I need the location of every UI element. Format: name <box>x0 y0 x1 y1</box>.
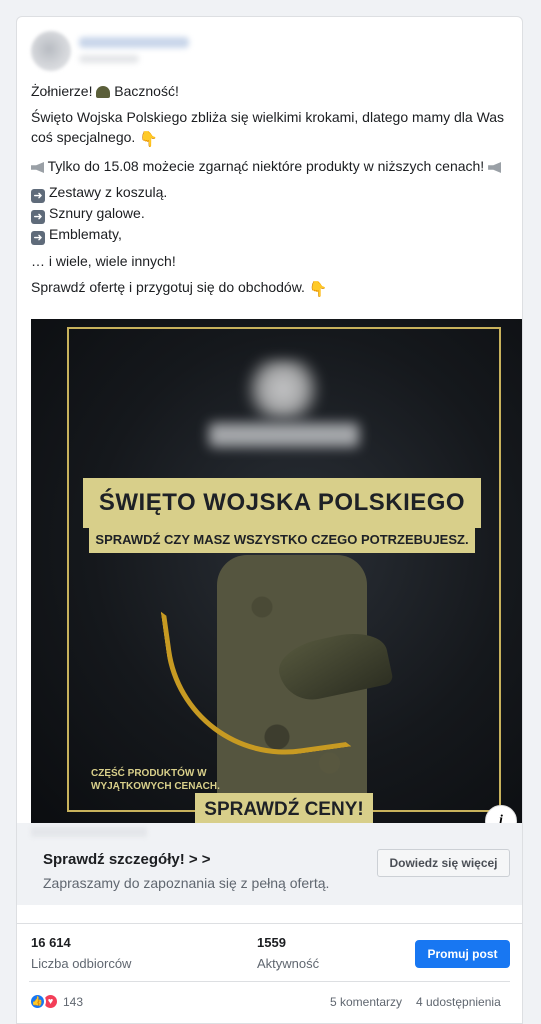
ad-image[interactable]: ŚWIĘTO WOJSKA POLSKIEGO SPRAWDŹ CZY MASZ… <box>31 319 522 823</box>
helmet-emoji-icon <box>96 86 111 98</box>
cta-text: Sprawdź ofertę i przygotuj się do obchod… <box>31 279 305 295</box>
ad-cta-banner: SPRAWDŹ CENY! <box>195 793 373 823</box>
post-line-3: Tylko do 15.08 możecie zgarnąć niektóre … <box>31 156 506 176</box>
post-line-1: Żołnierze! Baczność! <box>31 81 506 101</box>
attention-text: Baczność! <box>114 83 179 99</box>
divider <box>29 981 510 982</box>
right-arrow-icon: ➜ <box>31 189 45 203</box>
post-line-7: … i wiele, wiele innych! <box>31 251 506 271</box>
promo-text: Tylko do 15.08 możecie zgarnąć niektóre … <box>47 158 485 174</box>
more-text: … i wiele, wiele innych! <box>31 253 176 269</box>
greeting-text: Żołnierze! <box>31 83 93 99</box>
right-arrow-icon: ➜ <box>31 210 45 224</box>
post-line-5: ➜ Sznury galowe. <box>31 203 506 224</box>
ad-headline: ŚWIĘTO WOJSKA POLSKIEGO <box>98 489 466 516</box>
engagement-value: 1559 <box>257 935 286 950</box>
divider <box>17 923 522 924</box>
post-line-2: Święto Wojska Polskiego zbliża się wielk… <box>31 107 506 150</box>
ad-headline-banner: ŚWIĘTO WOJSKA POLSKIEGO <box>83 478 481 528</box>
comments-count[interactable]: 5 komentarzy <box>330 995 402 1009</box>
info-icon[interactable]: i <box>485 805 517 823</box>
like-reaction-icon[interactable]: 👍 <box>29 993 46 1010</box>
list-item: Emblematy, <box>49 226 122 242</box>
post-line-8: Sprawdź ofertę i przygotuj się do obchod… <box>31 277 506 300</box>
list-item: Zestawy z koszulą. <box>49 184 168 200</box>
megaphone-icon <box>488 162 502 173</box>
post-card: Żołnierze! Baczność! Święto Wojska Polsk… <box>16 16 523 1024</box>
link-description: Zapraszamy do zapoznania się z pełną ofe… <box>43 875 330 891</box>
link-domain-blurred <box>31 827 147 837</box>
link-title[interactable]: Sprawdź szczegóły! > > <box>43 851 211 868</box>
ad-cta-text: SPRAWDŹ CENY! <box>204 799 364 820</box>
list-item: Sznury galowe. <box>49 205 145 221</box>
intro-text: Święto Wojska Polskiego zbliża się wielk… <box>31 109 505 145</box>
ad-subheadline-banner: SPRAWDŹ CZY MASZ WSZYSTKO CZEGO POTRZEBU… <box>89 525 475 553</box>
reach-value: 16 614 <box>31 935 71 950</box>
learn-more-button[interactable]: Dowiedz się więcej <box>377 849 510 877</box>
promote-post-button[interactable]: Promuj post <box>415 940 510 968</box>
ad-small-text: CZĘŚĆ PRODUKTÓW W WYJĄTKOWYCH CENACH. <box>91 768 220 792</box>
page-name-blurred[interactable] <box>79 37 189 48</box>
brand-name-blurred <box>209 423 359 447</box>
pointing-hand-icon: 👇 <box>308 281 328 298</box>
post-line-4: ➜ Zestawy z koszulą. <box>31 182 506 203</box>
link-preview[interactable]: Sprawdź szczegóły! > > Zapraszamy do zap… <box>17 823 522 905</box>
reactions-count[interactable]: 143 <box>63 995 83 1009</box>
post-meta-blurred <box>79 55 139 63</box>
brand-logo-blurred <box>237 359 329 419</box>
post-text: Żołnierze! Baczność! Święto Wojska Polsk… <box>31 81 506 306</box>
right-arrow-icon: ➜ <box>31 231 45 245</box>
pointing-hand-icon: 👇 <box>139 131 158 148</box>
avatar[interactable] <box>31 31 71 71</box>
ad-subheadline: SPRAWDŹ CZY MASZ WSZYSTKO CZEGO POTRZEBU… <box>95 531 469 547</box>
shares-count[interactable]: 4 udostępnienia <box>416 995 501 1009</box>
reach-label: Liczba odbiorców <box>31 956 132 971</box>
megaphone-icon <box>31 162 44 173</box>
engagement-label: Aktywność <box>257 956 320 971</box>
post-line-6: ➜ Emblematy, <box>31 224 506 245</box>
